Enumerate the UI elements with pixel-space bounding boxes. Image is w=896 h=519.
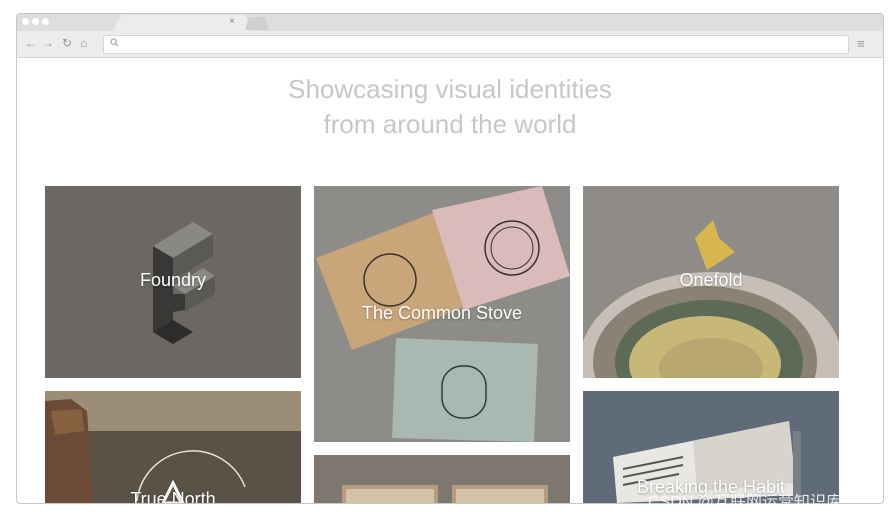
new-tab-button[interactable] xyxy=(245,17,269,30)
card-foundry[interactable]: Foundry xyxy=(45,186,301,378)
back-icon[interactable]: ← xyxy=(25,34,37,52)
forward-icon[interactable]: → xyxy=(42,34,54,52)
card-title: True North xyxy=(130,489,216,503)
tab-bar: × xyxy=(17,14,883,31)
headline-line-2: from around the world xyxy=(323,109,577,139)
card-the-common-stove[interactable]: The Common Stove xyxy=(314,186,570,442)
card-title: Foundry xyxy=(139,270,207,290)
card-title: The Common Stove xyxy=(361,303,523,323)
hamburger-menu-icon[interactable]: ≡ xyxy=(857,35,865,53)
page-headline: Showcasing visual identities from around… xyxy=(17,72,883,142)
card-true-north[interactable]: True North xyxy=(45,391,301,503)
card-breaking-the-habit[interactable]: Breaking the Habit xyxy=(583,391,839,503)
framed-prints-illustration xyxy=(342,485,548,503)
home-icon[interactable]: ⌂ xyxy=(80,34,87,52)
browser-window: × ← → ↻ ⌂ ≡ Showcasing visual identities… xyxy=(16,13,884,504)
window-zoom-dot[interactable] xyxy=(42,18,49,25)
window-close-dot[interactable] xyxy=(22,18,29,25)
card-onefold[interactable]: Onefold xyxy=(583,186,839,378)
reload-icon[interactable]: ↻ xyxy=(62,34,72,52)
close-icon[interactable]: × xyxy=(229,15,235,29)
landscape-illustration xyxy=(45,391,301,503)
headline-line-1: Showcasing visual identities xyxy=(288,74,612,104)
card-title: Onefold xyxy=(679,270,743,290)
card-partial[interactable] xyxy=(314,455,570,503)
window-minimize-dot[interactable] xyxy=(32,18,39,25)
browser-toolbar: ← → ↻ ⌂ ≡ xyxy=(17,31,883,58)
address-bar[interactable] xyxy=(103,35,849,54)
watermark-text: CSDN @互联网运营知识库 xyxy=(648,494,843,511)
search-icon xyxy=(110,36,119,53)
